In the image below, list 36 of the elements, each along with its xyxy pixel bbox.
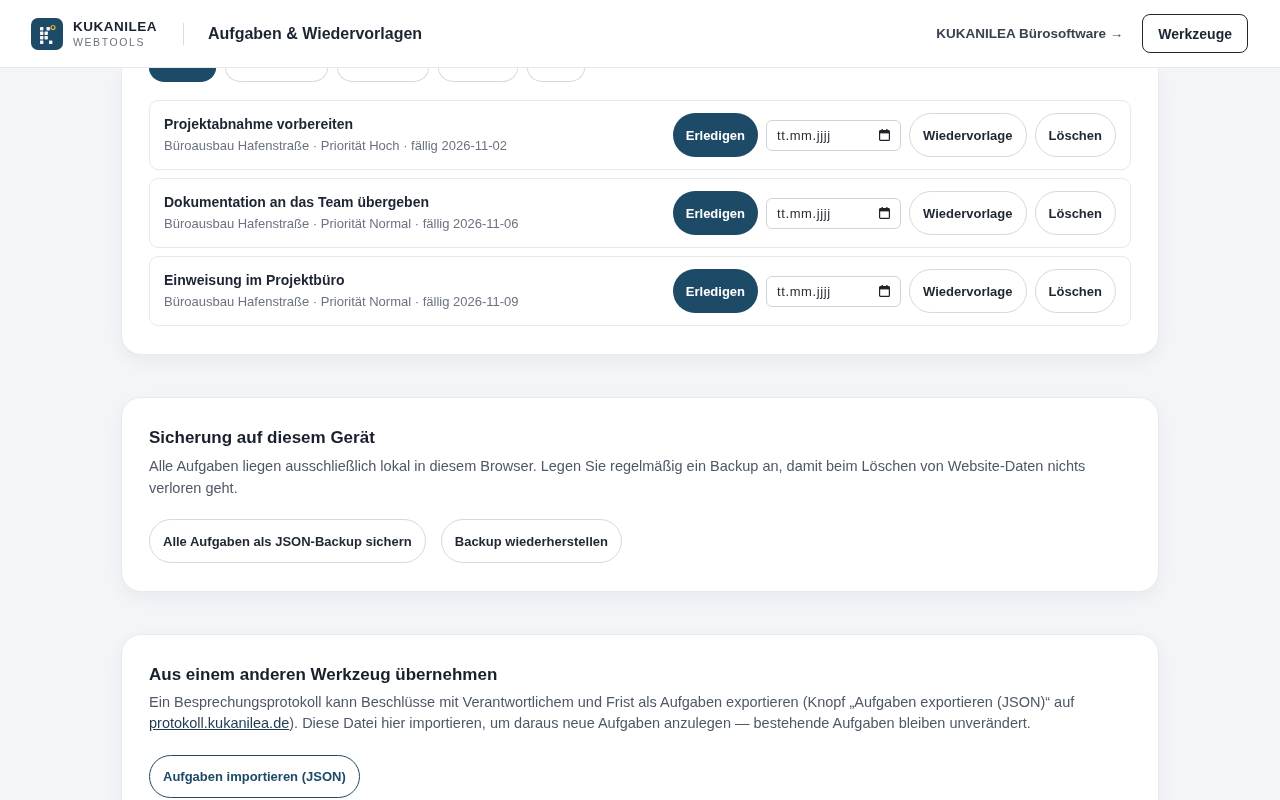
brand-name: KUKANILEA bbox=[73, 18, 157, 35]
backup-button[interactable]: Backup wiederherstellen bbox=[440, 519, 622, 563]
delete-button[interactable]: Löschen bbox=[1034, 191, 1116, 235]
section-title: Sicherung auf diesem Gerät bbox=[149, 427, 375, 449]
task-details: Büroausbau Hafenstraße · Priorität Hoch · fällig 2026-11-02 bbox=[164, 137, 507, 155]
calendar-icon[interactable] bbox=[879, 284, 891, 297]
date-field[interactable]: tt.mm.jjjj bbox=[766, 197, 902, 229]
done-button[interactable]: Erledigen bbox=[672, 113, 759, 157]
calendar-icon[interactable] bbox=[879, 128, 891, 141]
done-button[interactable]: Erledigen bbox=[672, 269, 759, 313]
logo-icon bbox=[31, 17, 63, 50]
delete-button[interactable]: Löschen bbox=[1034, 269, 1116, 313]
section-text: Ein Besprechungsprotokoll kann Beschlüsse mit Verantwortlichem und Frist als Aufgaben exportieren (Knopf „Aufgaben exportieren (JSON)“ auf protokoll.kukanilea.de). Diese Datei hier importieren, um daraus neue Aufgaben anzulegen — bestehende Aufgaben bleiben unverändert. bbox=[149, 693, 1076, 733]
brand-tagline: WEBTOOLS bbox=[73, 35, 146, 49]
task-title: Projektabnahme vorbereiten bbox=[164, 115, 354, 133]
page-title: Aufgaben & Wiedervorlagen bbox=[208, 24, 423, 43]
tools-button[interactable]: Werkzeuge bbox=[1142, 14, 1248, 53]
follow-up-button[interactable]: Wiedervorlage bbox=[909, 113, 1027, 157]
backup-button[interactable]: Alle Aufgaben als JSON-Backup sichern bbox=[149, 519, 426, 563]
follow-up-button[interactable]: Wiedervorlage bbox=[909, 269, 1027, 313]
done-button[interactable]: Erledigen bbox=[672, 191, 759, 235]
task-title: Dokumentation an das Team übergeben bbox=[164, 193, 429, 211]
date-field[interactable]: tt.mm.jjjj bbox=[766, 275, 902, 307]
task-title: Einweisung im Projektbüro bbox=[164, 271, 345, 289]
task-details: Büroausbau Hafenstraße · Priorität Normal · fällig 2026-11-06 bbox=[164, 215, 519, 233]
section-text: Alle Aufgaben liegen ausschließlich lokal in diesem Browser. Legen Sie regelmäßig ein Backup an, damit beim Löschen von Website-Daten nichts verloren geht. bbox=[149, 457, 1087, 498]
task-details: Büroausbau Hafenstraße · Priorität Normal · fällig 2026-11-09 bbox=[164, 293, 519, 311]
date-field[interactable]: tt.mm.jjjj bbox=[766, 119, 902, 151]
calendar-icon[interactable] bbox=[879, 206, 891, 219]
section-title: Aus einem anderen Werkzeug übernehmen bbox=[149, 664, 498, 686]
delete-button[interactable]: Löschen bbox=[1034, 113, 1116, 157]
filter-button[interactable] bbox=[149, 68, 216, 82]
software-link[interactable]: KUKANILEA Bürosoftware → bbox=[936, 26, 1124, 41]
text-link[interactable]: protokoll.kukanilea.de bbox=[149, 715, 290, 731]
follow-up-button[interactable]: Wiedervorlage bbox=[909, 191, 1027, 235]
import-button[interactable]: Aufgaben importieren (JSON) bbox=[149, 755, 360, 798]
